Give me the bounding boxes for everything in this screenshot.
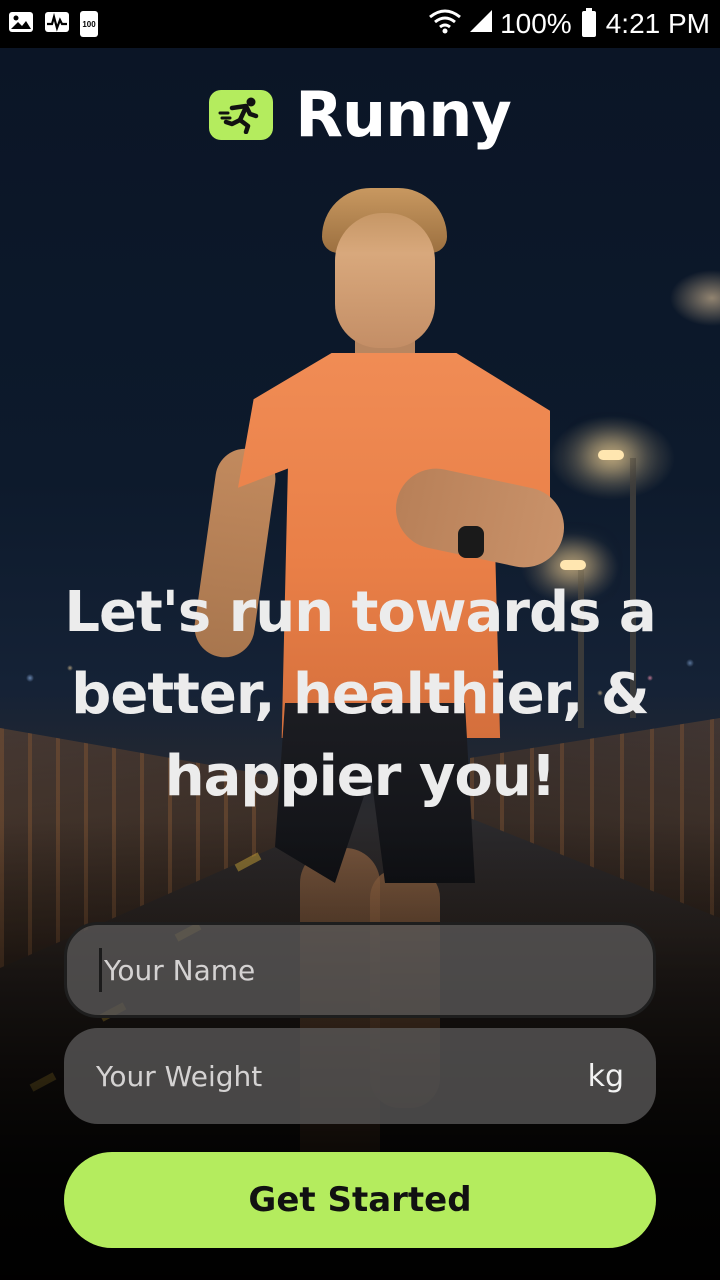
gallery-icon: [8, 11, 34, 37]
weight-input[interactable]: [96, 1059, 588, 1093]
battery-saver-icon: 100: [80, 11, 98, 37]
battery-percent: 100%: [500, 8, 572, 39]
runner-icon: [209, 89, 274, 140]
name-field[interactable]: [64, 922, 656, 1018]
weight-field[interactable]: kg: [64, 1028, 656, 1124]
wifi-icon: [428, 8, 462, 41]
clock: 4:21 PM: [605, 8, 710, 39]
status-bar: 100 100% 4:21 PM: [0, 0, 720, 48]
text-caret: [99, 948, 102, 992]
battery-icon: [581, 8, 596, 37]
activity-icon: [44, 11, 70, 37]
screen: 100 100% 4:21 PM Runny Let's run towards…: [0, 0, 720, 1280]
headline-line: happier you!: [164, 744, 557, 809]
get-started-button[interactable]: Get Started: [64, 1152, 656, 1248]
app-name: Runny: [295, 78, 512, 151]
weight-unit-label: kg: [587, 1058, 624, 1094]
street-lamp-light: [598, 450, 624, 460]
watch-icon: [458, 526, 484, 558]
headline-line: better, healthier, &: [71, 662, 649, 727]
headline-line: Let's run towards a: [64, 580, 656, 645]
headline: Let's run towards a better, healthier, &…: [40, 572, 680, 818]
status-bar-notifications: 100: [8, 11, 98, 37]
signal-icon: [468, 8, 494, 41]
street-lamp-light: [560, 560, 586, 570]
status-bar-system: 100% 4:21 PM: [428, 8, 710, 41]
runner-head: [335, 213, 435, 348]
app-logo: Runny: [0, 78, 720, 151]
name-input[interactable]: [104, 953, 621, 987]
